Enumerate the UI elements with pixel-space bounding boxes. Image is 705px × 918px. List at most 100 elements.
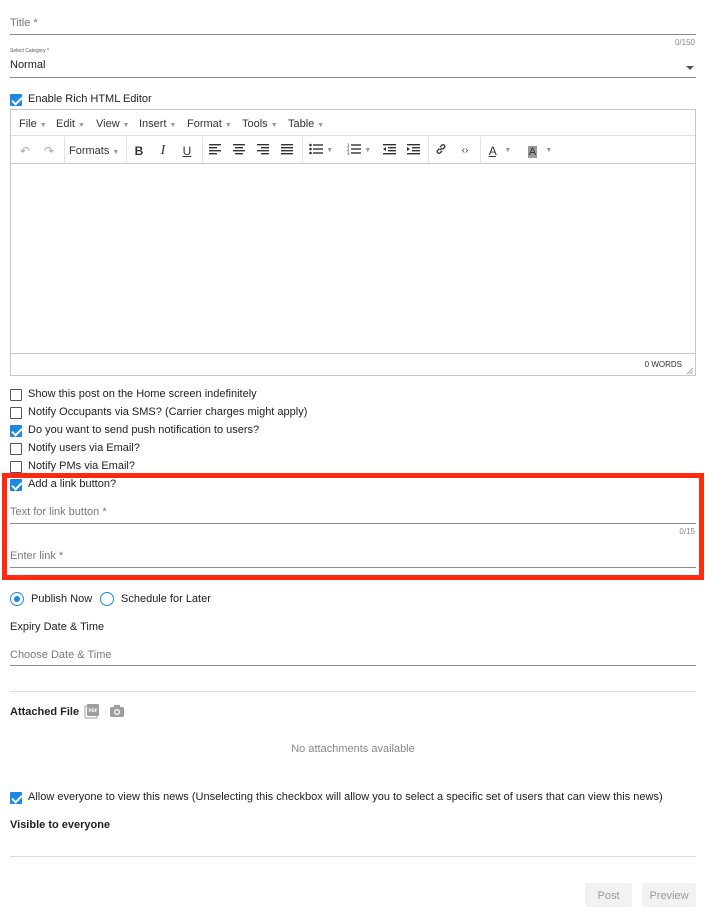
category-value: Normal [10,59,46,71]
word-count: 0 WORDS [644,360,682,369]
align-right-icon[interactable] [255,143,271,159]
editor-statusbar: 0 WORDS [11,353,695,375]
caret-down-icon: ▼ [224,122,232,129]
email-users-checkbox[interactable] [10,443,22,455]
caret-down-icon: ▼ [77,122,85,129]
redo-icon[interactable]: ↷ [41,143,57,159]
preview-button[interactable]: Preview [642,883,696,907]
no-attachments-text: No attachments available [291,743,415,755]
rich-editor-checkbox[interactable] [10,94,22,106]
formats-dropdown[interactable]: Formats ▼ [69,143,119,159]
expiry-placeholder: Choose Date & Time [10,649,112,661]
caret-down-icon: ▼ [39,122,47,129]
link-text-input[interactable]: Text for link button * [10,506,696,522]
link-text-counter: 0/15 [679,527,695,536]
link-button-label: Add a link button? [28,478,117,490]
caret-down-icon: ▼ [545,147,553,154]
camera-icon[interactable] [109,703,125,719]
text-color-icon[interactable]: A ▼ [485,143,515,159]
menu-edit[interactable]: Edit ▼ [56,118,85,130]
title-underline [10,34,696,35]
post-button[interactable]: Post [585,883,632,907]
email-users-label: Notify users via Email? [28,442,140,454]
link-button-checkbox[interactable] [10,479,22,491]
link-url-underline [10,567,696,568]
align-left-icon[interactable] [207,143,223,159]
numbered-list-icon[interactable]: 123 ▼ [345,143,373,159]
sms-label: Notify Occupants via SMS? (Carrier charg… [28,406,308,418]
caret-down-icon: ▼ [504,147,512,154]
email-pms-label: Notify PMs via Email? [28,460,135,472]
align-justify-icon[interactable] [279,143,295,159]
menu-format[interactable]: Format ▼ [187,118,232,130]
bullet-list-icon[interactable]: ▼ [307,143,335,159]
svg-text:3: 3 [347,151,350,155]
underline-icon[interactable]: U [179,143,195,159]
category-underline [10,77,696,78]
editor-content-area[interactable] [11,165,695,353]
rich-text-editor: File ▼ Edit ▼ View ▼ Insert ▼ Format ▼ Tools ▼… [10,109,696,376]
link-text-placeholder: Text for link button * [10,506,107,518]
menu-view[interactable]: View ▼ [96,118,130,130]
caret-down-icon: ▼ [169,122,177,129]
email-pms-checkbox[interactable] [10,461,22,473]
schedule-later-radio[interactable] [100,592,114,606]
pdf-icon[interactable]: PDF [84,703,100,719]
title-input[interactable]: Title * [10,17,696,33]
attached-file-label: Attached File [10,706,80,718]
push-notification-checkbox[interactable] [10,425,22,437]
expiry-input[interactable]: Choose Date & Time [10,649,696,665]
expiry-underline [10,665,696,666]
caret-down-icon: ▼ [364,147,372,154]
background-color-icon[interactable]: A ▼ [525,143,555,159]
menu-tools[interactable]: Tools ▼ [242,118,278,130]
toolbar-divider [126,137,127,163]
allow-everyone-label: Allow everyone to view this news (Unsele… [28,791,663,803]
menu-file[interactable]: File ▼ [19,118,47,130]
expiry-label: Expiry Date & Time [10,621,105,633]
toolbar-divider [480,137,481,163]
menu-table[interactable]: Table ▼ [288,118,324,130]
outdent-icon[interactable] [381,143,397,159]
indent-icon[interactable] [405,143,421,159]
caret-down-icon: ▼ [122,122,130,129]
caret-down-icon: ▼ [112,149,120,156]
editor-menubar: File ▼ Edit ▼ View ▼ Insert ▼ Format ▼ Tools ▼… [11,110,695,136]
bold-icon[interactable]: B [131,143,147,159]
title-counter: 0/150 [674,38,695,47]
publish-now-label: Publish Now [31,593,93,605]
home-screen-checkbox[interactable] [10,389,22,401]
publish-now-radio[interactable] [10,592,24,606]
menu-insert[interactable]: Insert ▼ [139,118,176,130]
link-icon[interactable] [433,143,449,159]
home-screen-label: Show this post on the Home screen indefi… [28,388,257,400]
link-text-underline [10,523,696,524]
toolbar-divider [428,137,429,163]
toolbar-divider [302,137,303,163]
resize-handle-icon[interactable] [685,365,694,375]
toolbar-divider [64,137,65,163]
toolbar-divider [202,137,203,163]
push-notification-label: Do you want to send push notification to… [28,424,260,436]
chevron-down-icon [686,66,694,70]
caret-down-icon: ▼ [326,147,334,154]
link-url-input[interactable]: Enter link * [10,550,696,566]
allow-everyone-checkbox[interactable] [10,792,22,804]
caret-down-icon: ▼ [270,122,278,129]
divider [10,691,696,692]
caret-down-icon: ▼ [317,122,325,129]
italic-icon[interactable]: I [155,143,171,159]
align-center-icon[interactable] [231,143,247,159]
divider [10,856,696,857]
category-label: Select Category * [10,48,49,54]
title-placeholder: Title * [10,17,38,29]
schedule-later-label: Schedule for Later [121,593,211,605]
undo-icon[interactable]: ↶ [17,143,33,159]
sms-checkbox[interactable] [10,407,22,419]
link-url-placeholder: Enter link * [10,550,64,562]
category-select[interactable]: Normal [10,59,696,77]
code-icon[interactable]: ‹› [457,143,473,159]
visibility-status: Visible to everyone [10,819,111,831]
editor-toolbar: ↶ ↷ Formats ▼ B I U ▼ 123 ▼ ‹› A ▼ A ▼ [11,137,695,164]
rich-editor-label: Enable Rich HTML Editor [28,93,152,105]
